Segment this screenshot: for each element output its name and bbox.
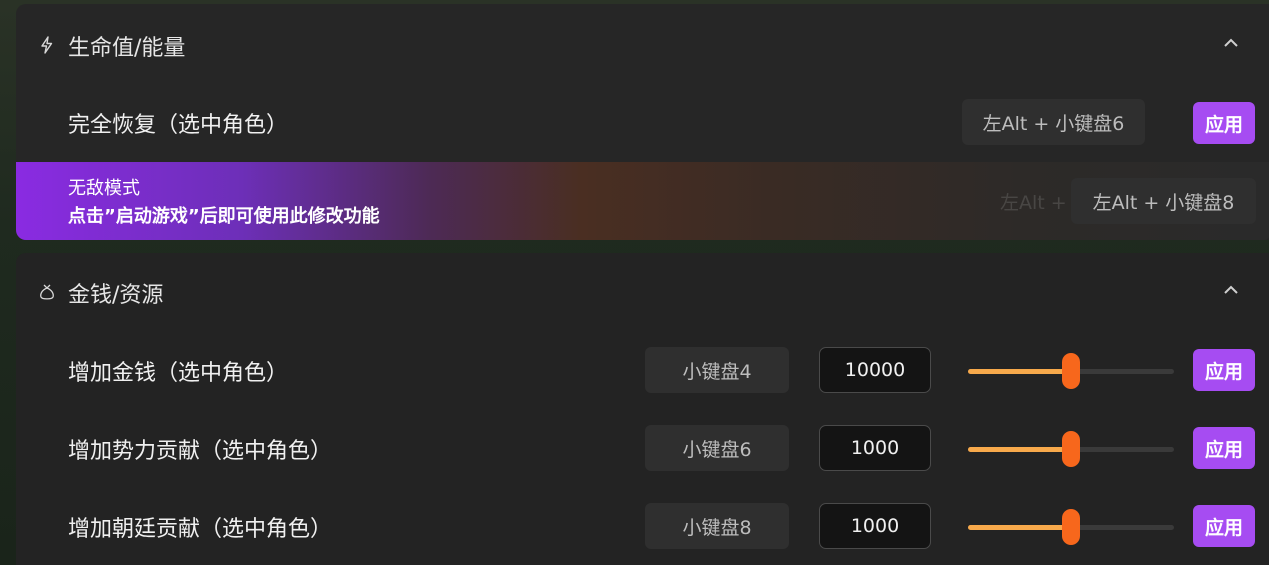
god-mode-hotkey[interactable]: 左Alt + 小键盘8	[1071, 178, 1256, 224]
slider-fill	[968, 447, 1071, 452]
lightning-icon	[38, 36, 56, 54]
add-faction-contribution-slider[interactable]	[968, 431, 1174, 467]
add-money-apply-button[interactable]: 应用	[1193, 349, 1255, 391]
section-title: 生命值/能量	[68, 36, 186, 61]
add-faction-contribution-apply-button[interactable]: 应用	[1193, 427, 1255, 469]
add-faction-contribution-label: 增加势力贡献（选中角色）	[68, 439, 333, 464]
add-faction-contribution-input[interactable]: 1000	[819, 425, 931, 471]
add-money-slider[interactable]	[968, 353, 1174, 389]
add-faction-contribution-hotkey[interactable]: 小键盘6	[645, 425, 789, 471]
add-court-contribution-slider[interactable]	[968, 509, 1174, 545]
add-court-contribution-hotkey[interactable]: 小键盘8	[645, 503, 789, 549]
section-title: 金钱/资源	[68, 283, 164, 308]
god-mode-notice: 点击”启动游戏”后即可使用此修改功能	[68, 206, 380, 227]
chevron-up-icon[interactable]	[1224, 285, 1238, 299]
add-money-amount-input[interactable]: 10000	[819, 347, 931, 393]
slider-thumb[interactable]	[1062, 509, 1080, 545]
slider-thumb[interactable]	[1062, 431, 1080, 467]
slider-fill	[968, 525, 1071, 530]
full-restore-label: 完全恢复（选中角色）	[68, 113, 289, 138]
god-mode-title: 无敌模式	[68, 178, 140, 199]
slider-fill	[968, 369, 1071, 374]
add-money-label: 增加金钱（选中角色）	[68, 361, 289, 386]
money-section-header[interactable]: 金钱/资源	[16, 253, 1266, 331]
money-resources-panel: 金钱/资源 增加金钱（选中角色） 小键盘4 10000 应用 增加势力贡献（选中…	[16, 253, 1269, 565]
full-restore-apply-button[interactable]: 应用	[1193, 102, 1255, 144]
add-money-hotkey[interactable]: 小键盘4	[645, 347, 789, 393]
health-section-header[interactable]: 生命值/能量	[16, 4, 1266, 82]
god-mode-banner: 无敌模式 点击”启动游戏”后即可使用此修改功能 左Alt + 小 左Alt + …	[16, 162, 1269, 240]
health-energy-panel: 生命值/能量 完全恢复（选中角色） 左Alt + 小键盘6 应用 无敌模式 点击…	[16, 4, 1269, 240]
add-court-contribution-apply-button[interactable]: 应用	[1193, 505, 1255, 547]
add-court-contribution-label: 增加朝廷贡献（选中角色）	[68, 517, 333, 542]
slider-thumb[interactable]	[1062, 353, 1080, 389]
add-court-contribution-input[interactable]: 1000	[819, 503, 931, 549]
money-bag-icon	[38, 283, 56, 301]
full-restore-hotkey[interactable]: 左Alt + 小键盘6	[962, 99, 1145, 145]
chevron-up-icon[interactable]	[1224, 38, 1238, 52]
